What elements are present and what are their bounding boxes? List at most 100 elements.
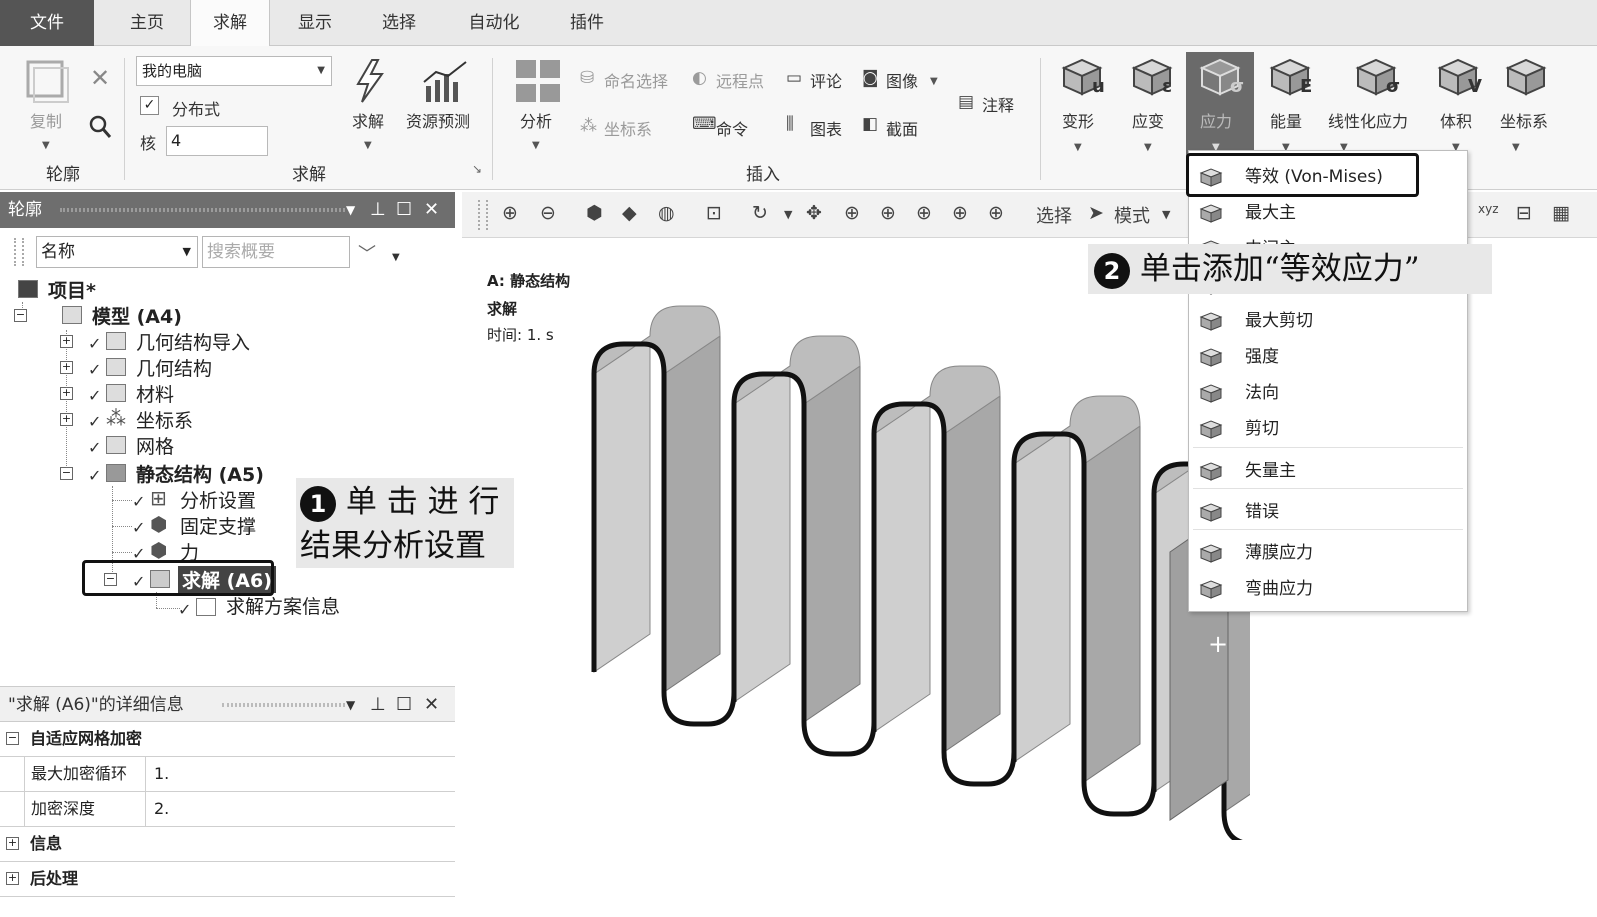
- stress-menu-item-4[interactable]: 最大剪切: [1189, 303, 1467, 339]
- select-button[interactable]: 选择: [1036, 202, 1072, 228]
- rotate-dropdown-icon[interactable]: ▼: [784, 208, 792, 221]
- pin-icon[interactable]: ⊥: [370, 687, 386, 723]
- outline-filter-select[interactable]: 名称 ▼: [36, 236, 198, 268]
- details-section-row[interactable]: + 信息: [0, 827, 455, 862]
- tab-plugins[interactable]: 插件: [552, 0, 622, 46]
- zoom-selection-icon[interactable]: ⊕: [952, 202, 968, 224]
- tree-node-project[interactable]: 项目*: [48, 276, 96, 303]
- remote-point-button[interactable]: 远程点: [716, 68, 764, 92]
- pointer-icon[interactable]: ➤: [1088, 202, 1104, 224]
- details-section-row[interactable]: − 自适应网格加密: [0, 722, 455, 757]
- select-box-icon[interactable]: ⊡: [706, 202, 722, 224]
- result-4-button[interactable]: 线性化应力: [1328, 108, 1408, 132]
- tab-solve[interactable]: 求解: [190, 0, 270, 47]
- copy-icon[interactable]: [24, 58, 70, 104]
- globe-icon[interactable]: ◍: [658, 202, 675, 224]
- expand-icon[interactable]: +: [60, 387, 73, 400]
- expand-icon[interactable]: +: [6, 872, 19, 885]
- tree-node-materials[interactable]: 材料: [136, 380, 174, 407]
- analysis-icon[interactable]: [514, 58, 564, 108]
- zoom-fit-icon[interactable]: ⊕: [916, 202, 932, 224]
- stress-menu-item-9[interactable]: 错误: [1189, 494, 1467, 530]
- result-6-cube-icon[interactable]: [1502, 56, 1548, 96]
- collapse-icon[interactable]: −: [60, 467, 73, 480]
- delete-icon[interactable]: ✕: [90, 64, 110, 92]
- expand-icon[interactable]: +: [60, 413, 73, 426]
- close-icon[interactable]: ✕: [424, 192, 439, 228]
- coordinate-system-button[interactable]: 坐标系: [604, 116, 652, 140]
- tree-node-fixed-support[interactable]: 固定支撑: [180, 512, 256, 539]
- result-0-button[interactable]: 变形: [1062, 108, 1094, 132]
- section-button[interactable]: 截面: [886, 116, 918, 140]
- result-3-button[interactable]: 能量: [1270, 108, 1302, 132]
- tree-node-coordinate-systems[interactable]: 坐标系: [136, 406, 193, 433]
- model-geometry-view[interactable]: [470, 240, 1250, 840]
- result-1-button[interactable]: 应变: [1132, 108, 1164, 132]
- pan-icon[interactable]: ✥: [806, 202, 822, 224]
- analysis-dropdown-icon[interactable]: ▼: [532, 140, 540, 151]
- search-options-dropdown-icon[interactable]: ▼: [392, 252, 400, 263]
- expand-icon[interactable]: +: [60, 361, 73, 374]
- annotation-button[interactable]: 注释: [982, 92, 1014, 116]
- image-dropdown-icon[interactable]: ▼: [930, 76, 938, 87]
- stress-menu-item-10[interactable]: 薄膜应力: [1189, 535, 1467, 571]
- shaded-cube-icon[interactable]: ◆: [622, 202, 637, 224]
- tab-display[interactable]: 显示: [280, 0, 350, 46]
- command-button[interactable]: 命令: [716, 116, 748, 140]
- expand-icon[interactable]: +: [6, 837, 19, 850]
- rotate-icon[interactable]: ↻: [752, 202, 768, 224]
- tab-file[interactable]: 文件: [0, 0, 94, 46]
- result-1-dropdown-icon[interactable]: ▼: [1144, 142, 1152, 153]
- expand-icon[interactable]: +: [60, 335, 73, 348]
- solve-dropdown-icon[interactable]: ▼: [364, 140, 372, 151]
- collapse-icon[interactable]: −: [6, 732, 19, 745]
- chart-button[interactable]: 图表: [810, 116, 842, 140]
- image-button[interactable]: 图像: [886, 68, 918, 92]
- zoom-icon[interactable]: ⊕: [844, 202, 860, 224]
- lightning-icon[interactable]: [352, 58, 388, 104]
- analysis-button[interactable]: 分析: [520, 108, 552, 132]
- result-6-button[interactable]: 坐标系: [1500, 108, 1548, 132]
- tab-home[interactable]: 主页: [112, 0, 182, 46]
- details-section-row[interactable]: + 后处理: [0, 862, 455, 897]
- named-selection-icon[interactable]: ⛁: [580, 68, 594, 88]
- tree-node-mesh[interactable]: 网格: [136, 432, 174, 459]
- property-value[interactable]: 2.: [148, 792, 169, 826]
- copy-button[interactable]: 复制: [30, 108, 62, 132]
- comment-icon[interactable]: ▭: [786, 68, 802, 88]
- stress-menu-item-5[interactable]: 强度: [1189, 339, 1467, 375]
- cores-input[interactable]: 4: [166, 126, 268, 156]
- stress-menu-item-1[interactable]: 最大主: [1189, 195, 1467, 231]
- stress-menu-item-11[interactable]: 弯曲应力: [1189, 571, 1467, 607]
- solve-button[interactable]: 求解: [352, 108, 384, 132]
- result-0-dropdown-icon[interactable]: ▼: [1074, 142, 1082, 153]
- coordinate-system-icon[interactable]: ⁂: [580, 116, 597, 136]
- tree-node-model[interactable]: 模型 (A4): [92, 302, 182, 329]
- chart-icon[interactable]: ⫼: [786, 114, 794, 134]
- tree-node-geometry-import[interactable]: 几何结构导入: [136, 328, 250, 355]
- dialog-launcher-icon[interactable]: ↘: [472, 162, 482, 176]
- collapse-icon[interactable]: −: [14, 309, 27, 322]
- copy-dropdown-icon[interactable]: ▼: [42, 140, 50, 151]
- close-icon[interactable]: ✕: [424, 687, 439, 723]
- property-value[interactable]: 1.: [148, 757, 169, 791]
- axis-triad-icon[interactable]: xyz: [1478, 202, 1499, 216]
- tab-automation[interactable]: 自动化: [452, 0, 536, 46]
- legend-icon[interactable]: ▦: [1552, 202, 1570, 224]
- resource-chart-icon[interactable]: [420, 60, 470, 104]
- comment-button[interactable]: 评论: [810, 68, 842, 92]
- result-6-dropdown-icon[interactable]: ▼: [1512, 142, 1520, 153]
- pin-icon[interactable]: ⊥: [370, 192, 386, 228]
- zoom-in-icon[interactable]: ⊕: [502, 202, 518, 224]
- details-property-row[interactable]: 最大加密循环 1.: [0, 757, 455, 792]
- ruler-icon[interactable]: ⊟: [1516, 202, 1532, 224]
- result-5-button[interactable]: 体积: [1440, 108, 1472, 132]
- iso-view-icon[interactable]: ⬢: [586, 202, 603, 224]
- tree-node-geometry[interactable]: 几何结构: [136, 354, 212, 381]
- chevron-down-icon[interactable]: ﹀: [358, 240, 376, 266]
- stress-menu-item-7[interactable]: 剪切: [1189, 411, 1467, 447]
- maximize-icon[interactable]: ☐: [396, 687, 412, 723]
- distributed-checkbox[interactable]: ✓: [140, 96, 159, 115]
- section-plane-icon[interactable]: ◧: [862, 114, 878, 134]
- stress-menu-item-6[interactable]: 法向: [1189, 375, 1467, 411]
